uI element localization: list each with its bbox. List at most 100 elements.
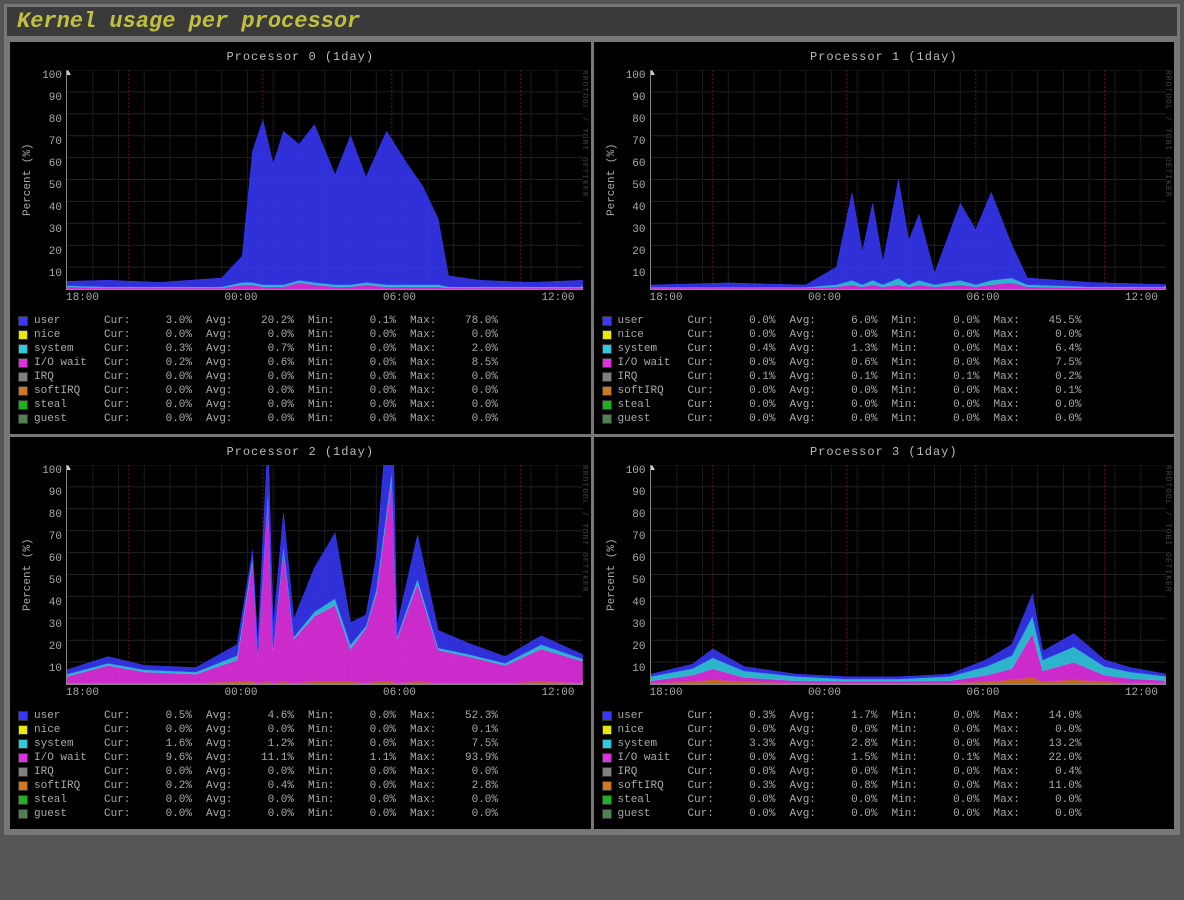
legend-row-guest: guestCur:0.0%Avg:0.0%Min:0.0%Max:0.0% <box>602 807 1167 821</box>
legend-swatch-icon <box>18 809 28 819</box>
legend-row-irq: IRQCur:0.0%Avg:0.0%Min:0.0%Max:0.0% <box>18 765 583 779</box>
stat-value-min: 0.0% <box>934 737 994 751</box>
stat-value-cur: 0.0% <box>730 328 790 342</box>
stat-label-min: Min: <box>308 356 350 370</box>
stat-value-avg: 0.8% <box>832 779 892 793</box>
stat-label-cur: Cur: <box>104 723 146 737</box>
stat-label-avg: Avg: <box>206 751 248 765</box>
stat-label-max: Max: <box>410 709 452 723</box>
stat-value-cur: 9.6% <box>146 751 206 765</box>
stat-label-min: Min: <box>308 342 350 356</box>
chart-legend: userCur:0.5%Avg:4.6%Min:0.0%Max:52.3%nic… <box>18 709 583 821</box>
stat-value-cur: 0.0% <box>730 412 790 426</box>
stat-label-avg: Avg: <box>790 709 832 723</box>
legend-series-name: system <box>618 737 688 751</box>
stat-value-min: 0.0% <box>350 356 410 370</box>
stat-value-min: 0.0% <box>934 398 994 412</box>
stat-label-min: Min: <box>308 723 350 737</box>
stat-label-avg: Avg: <box>790 314 832 328</box>
stat-label-min: Min: <box>308 779 350 793</box>
stat-label-cur: Cur: <box>688 779 730 793</box>
stat-value-max: 0.0% <box>452 807 512 821</box>
chart-legend: userCur:0.0%Avg:6.0%Min:0.0%Max:45.5%nic… <box>602 314 1167 426</box>
stat-label-max: Max: <box>410 356 452 370</box>
legend-swatch-icon <box>18 400 28 410</box>
legend-series-name: guest <box>34 807 104 821</box>
legend-series-name: steal <box>618 793 688 807</box>
legend-row-steal: stealCur:0.0%Avg:0.0%Min:0.0%Max:0.0% <box>18 398 583 412</box>
legend-row-system: systemCur:3.3%Avg:2.8%Min:0.0%Max:13.2% <box>602 737 1167 751</box>
stat-value-max: 93.9% <box>452 751 512 765</box>
legend-swatch-icon <box>18 711 28 721</box>
legend-swatch-icon <box>18 767 28 777</box>
legend-series-name: I/O wait <box>618 356 688 370</box>
stat-value-avg: 0.0% <box>248 793 308 807</box>
legend-swatch-icon <box>602 739 612 749</box>
y-tick-labels: 100908070605040302010 <box>36 465 66 685</box>
stat-value-cur: 0.0% <box>146 384 206 398</box>
stat-value-max: 6.4% <box>1036 342 1096 356</box>
stat-label-min: Min: <box>892 807 934 821</box>
stat-label-avg: Avg: <box>206 356 248 370</box>
chart-plot-area <box>66 70 583 290</box>
stat-value-cur: 0.0% <box>146 807 206 821</box>
stat-value-cur: 0.2% <box>146 356 206 370</box>
stat-value-min: 0.0% <box>350 737 410 751</box>
stat-value-max: 0.1% <box>1036 384 1096 398</box>
stat-label-min: Min: <box>892 751 934 765</box>
stat-label-cur: Cur: <box>104 342 146 356</box>
stat-value-min: 0.0% <box>934 793 994 807</box>
stat-label-max: Max: <box>410 807 452 821</box>
y-tick-labels: 100908070605040302010 <box>620 70 650 290</box>
chart-title: Processor 3 (1day) <box>602 445 1167 459</box>
stat-value-avg: 0.0% <box>832 793 892 807</box>
stat-label-avg: Avg: <box>790 737 832 751</box>
stat-label-cur: Cur: <box>688 370 730 384</box>
stat-label-cur: Cur: <box>688 328 730 342</box>
legend-series-name: user <box>618 314 688 328</box>
stat-value-max: 22.0% <box>1036 751 1096 765</box>
stat-label-min: Min: <box>308 737 350 751</box>
stat-label-avg: Avg: <box>206 342 248 356</box>
stat-label-max: Max: <box>410 384 452 398</box>
stat-label-max: Max: <box>994 384 1036 398</box>
stat-label-max: Max: <box>410 779 452 793</box>
stat-label-cur: Cur: <box>104 737 146 751</box>
stat-value-cur: 0.0% <box>146 765 206 779</box>
stat-label-cur: Cur: <box>104 751 146 765</box>
stat-label-cur: Cur: <box>104 328 146 342</box>
stat-value-avg: 1.7% <box>832 709 892 723</box>
stat-value-avg: 0.0% <box>248 807 308 821</box>
legend-row-nice: niceCur:0.0%Avg:0.0%Min:0.0%Max:0.1% <box>18 723 583 737</box>
legend-series-name: system <box>34 737 104 751</box>
stat-value-min: 0.1% <box>934 370 994 384</box>
stat-value-avg: 0.0% <box>832 723 892 737</box>
stat-value-min: 0.1% <box>934 751 994 765</box>
legend-swatch-icon <box>18 781 28 791</box>
stat-value-max: 0.0% <box>452 793 512 807</box>
stat-label-avg: Avg: <box>790 779 832 793</box>
legend-swatch-icon <box>602 809 612 819</box>
legend-swatch-icon <box>18 330 28 340</box>
chart-title: Processor 0 (1day) <box>18 50 583 64</box>
stat-label-max: Max: <box>410 793 452 807</box>
stat-label-max: Max: <box>994 779 1036 793</box>
stat-value-avg: 0.0% <box>832 384 892 398</box>
legend-series-name: I/O wait <box>34 751 104 765</box>
legend-swatch-icon <box>18 753 28 763</box>
stat-value-max: 2.0% <box>452 342 512 356</box>
chart-grid: Processor 0 (1day)RRDTOOL / TOBI OETIKER… <box>7 39 1177 832</box>
stat-value-min: 0.0% <box>350 793 410 807</box>
processor-panel-2: Processor 2 (1day)RRDTOOL / TOBI OETIKER… <box>10 437 591 829</box>
stat-value-cur: 0.0% <box>730 793 790 807</box>
processor-panel-1: Processor 1 (1day)RRDTOOL / TOBI OETIKER… <box>594 42 1175 434</box>
stat-value-cur: 0.0% <box>146 370 206 384</box>
legend-series-name: steal <box>34 398 104 412</box>
legend-row-softirq: softIRQCur:0.0%Avg:0.0%Min:0.0%Max:0.1% <box>602 384 1167 398</box>
legend-series-name: IRQ <box>618 370 688 384</box>
stat-value-max: 0.0% <box>452 765 512 779</box>
y-tick-labels: 100908070605040302010 <box>36 70 66 290</box>
stat-label-max: Max: <box>994 737 1036 751</box>
legend-series-name: I/O wait <box>34 356 104 370</box>
legend-swatch-icon <box>602 372 612 382</box>
